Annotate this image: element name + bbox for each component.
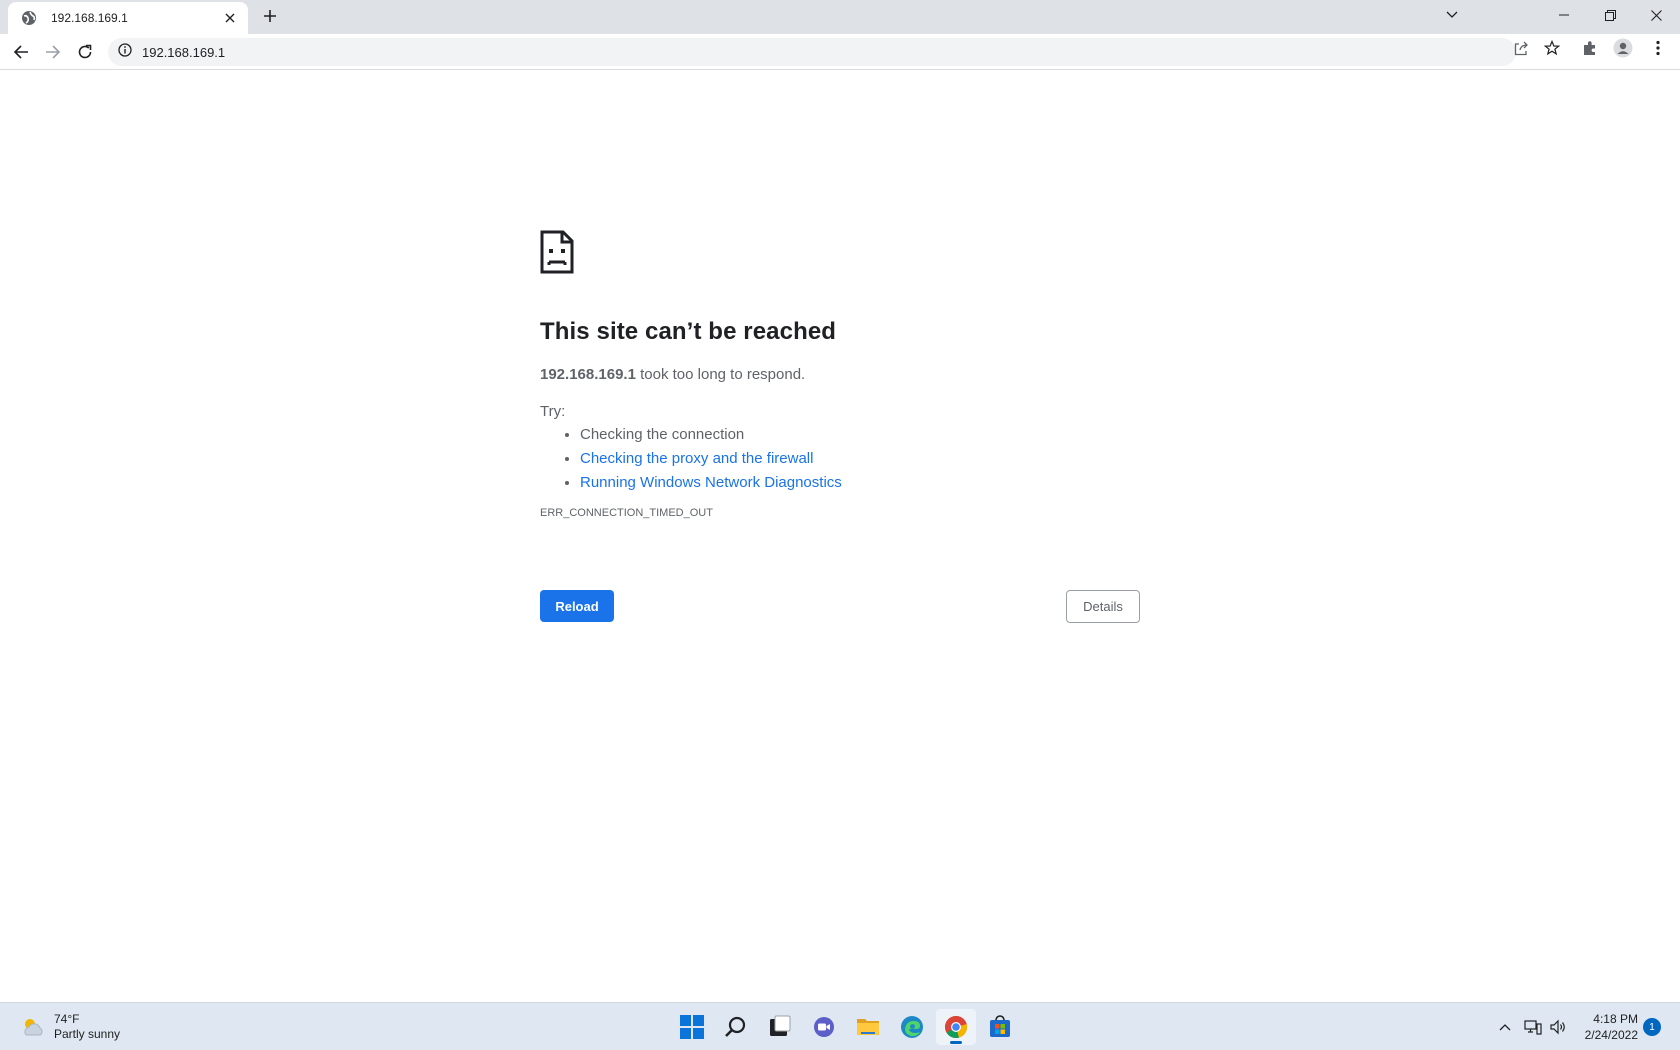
- windows-taskbar: 74°F Partly sunny 4:18 PM 2/24/2022 1: [0, 1002, 1680, 1050]
- suggestion-check-proxy-link[interactable]: Checking the proxy and the firewall: [580, 450, 1140, 467]
- error-message-suffix: took too long to respond.: [635, 366, 806, 383]
- suggestion-link-text[interactable]: Running Windows Network Diagnostics: [580, 474, 842, 491]
- error-page: This site can’t be reached 192.168.169.1…: [540, 230, 1140, 623]
- edge-icon[interactable]: [892, 1009, 932, 1045]
- site-info-icon[interactable]: [118, 42, 132, 62]
- suggestion-text: Checking the connection: [580, 426, 745, 443]
- suggestion-link-text[interactable]: Checking the proxy and the firewall: [580, 450, 813, 467]
- error-heading: This site can’t be reached: [540, 318, 837, 345]
- profile-avatar-icon[interactable]: [1613, 38, 1633, 58]
- browser-titlebar: 192.168.169.1: [0, 0, 1680, 34]
- error-message: 192.168.169.1 took too long to respond.: [540, 366, 1140, 383]
- suggestion-list: Checking the connection Checking the pro…: [580, 426, 1140, 491]
- try-label: Try:: [540, 403, 566, 420]
- menu-kebab-icon[interactable]: [1648, 38, 1668, 58]
- suggestion-check-connection: Checking the connection: [580, 426, 1140, 443]
- globe-icon: [21, 10, 37, 26]
- clock-time: 4:18 PM: [1593, 1012, 1638, 1026]
- close-tab-icon[interactable]: [222, 10, 238, 26]
- reload-button[interactable]: Reload: [540, 590, 614, 622]
- suggestion-network-diagnostics-link[interactable]: Running Windows Network Diagnostics: [580, 474, 1140, 491]
- extensions-icon[interactable]: [1580, 38, 1600, 58]
- tab-title: 192.168.169.1: [51, 11, 128, 25]
- reload-icon[interactable]: [75, 42, 95, 62]
- taskbar-clock[interactable]: 4:18 PM 2/24/2022: [1578, 1011, 1638, 1043]
- close-window-icon[interactable]: [1642, 4, 1670, 26]
- partly-sunny-icon: [20, 1014, 46, 1040]
- start-icon[interactable]: [672, 1009, 712, 1045]
- volume-icon[interactable]: [1548, 1017, 1568, 1037]
- chevron-up-icon[interactable]: [1495, 1017, 1515, 1037]
- browser-toolbar: 192.168.169.1: [0, 34, 1680, 70]
- error-code: ERR_CONNECTION_TIMED_OUT: [540, 507, 713, 519]
- forward-icon[interactable]: [43, 42, 63, 62]
- search-icon[interactable]: [716, 1009, 756, 1045]
- task-view-icon[interactable]: [760, 1009, 800, 1045]
- chrome-icon[interactable]: [936, 1009, 976, 1045]
- file-explorer-icon[interactable]: [848, 1009, 888, 1045]
- weather-condition: Partly sunny: [54, 1027, 121, 1041]
- weather-temperature: 74°F: [54, 1012, 80, 1026]
- network-icon[interactable]: [1523, 1017, 1543, 1037]
- sad-page-icon: [540, 230, 574, 274]
- address-bar[interactable]: 192.168.169.1: [108, 38, 1516, 66]
- weather-widget[interactable]: 74°F Partly sunny: [20, 1012, 120, 1042]
- error-host: 192.168.169.1: [540, 366, 636, 383]
- tab-search-icon[interactable]: [1438, 4, 1466, 26]
- bookmark-star-icon[interactable]: [1542, 38, 1562, 58]
- restore-icon[interactable]: [1596, 4, 1624, 26]
- share-icon[interactable]: [1511, 38, 1531, 58]
- store-icon[interactable]: [980, 1009, 1020, 1045]
- url-text: 192.168.169.1: [142, 44, 226, 60]
- taskbar-apps: [672, 1009, 1024, 1045]
- back-icon[interactable]: [11, 42, 31, 62]
- chat-icon[interactable]: [804, 1009, 844, 1045]
- browser-tab[interactable]: 192.168.169.1: [8, 2, 248, 34]
- minimize-icon[interactable]: [1550, 4, 1578, 26]
- notification-badge[interactable]: 1: [1643, 1018, 1661, 1036]
- new-tab-button[interactable]: [260, 6, 280, 26]
- details-button[interactable]: Details: [1066, 590, 1140, 623]
- clock-date: 2/24/2022: [1584, 1028, 1638, 1042]
